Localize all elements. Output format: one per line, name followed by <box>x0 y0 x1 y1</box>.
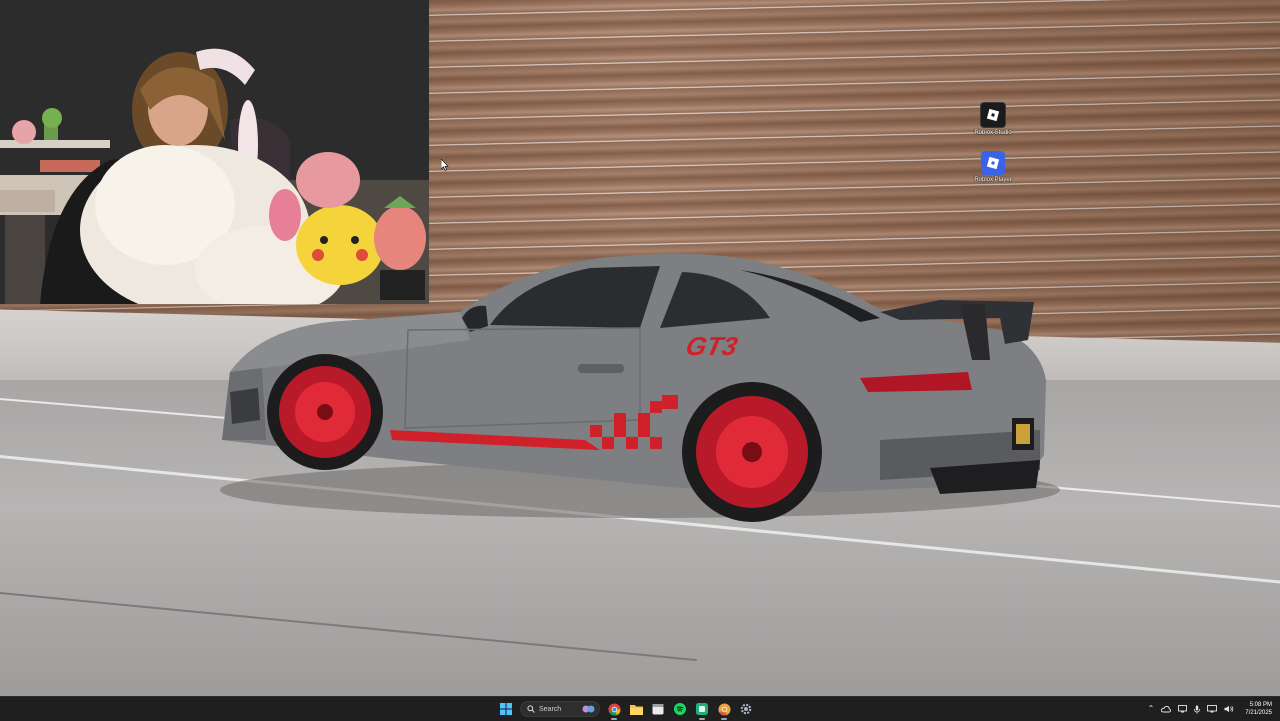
taskbar-center: Search <box>498 697 754 721</box>
taskbar-file-explorer[interactable] <box>628 701 644 717</box>
taskbar: Search ⌃ 5:08 PM 7/21/2025 <box>0 696 1280 721</box>
chrome-canary-icon <box>717 702 731 716</box>
file-explorer-icon <box>629 704 643 715</box>
taskbar-clock[interactable]: 5:08 PM 7/21/2025 <box>1245 701 1272 717</box>
network-icon[interactable] <box>1207 705 1218 713</box>
desktop: GT3 Roblox Studio Roblox Player <box>0 0 1280 696</box>
taskbar-settings[interactable] <box>738 701 754 717</box>
taskbar-search[interactable]: Search <box>520 701 600 717</box>
taskbar-chrome-canary[interactable] <box>716 701 732 720</box>
display-icon[interactable] <box>1178 705 1188 713</box>
system-tray: ⌃ 5:08 PM 7/21/2025 <box>1148 697 1272 721</box>
taskbar-calendar-app[interactable] <box>650 701 666 717</box>
desktop-icon-roblox-studio[interactable]: Roblox Studio <box>971 102 1015 137</box>
webcam-scene <box>0 0 429 304</box>
svg-text:GT3: GT3 <box>683 331 740 361</box>
desktop-icon-roblox-player[interactable]: Roblox Player <box>971 151 1015 184</box>
search-icon <box>527 705 535 713</box>
search-placeholder: Search <box>539 705 562 713</box>
desktop-icon-label: Roblox Studio <box>974 130 1012 136</box>
clock-date: 7/21/2025 <box>1245 710 1272 716</box>
search-highlight-icon <box>582 705 595 713</box>
spotify-icon <box>674 703 686 715</box>
webcam-overlay <box>0 0 429 304</box>
volume-icon[interactable] <box>1224 705 1234 713</box>
roblox-studio-icon <box>980 102 1006 128</box>
taskbar-chrome[interactable] <box>606 701 622 720</box>
app-green-icon <box>696 703 708 715</box>
roblox-player-icon <box>981 151 1005 175</box>
windows-logo-icon <box>500 703 512 715</box>
taskbar-spotify[interactable] <box>672 701 688 717</box>
cloud-icon[interactable] <box>1161 705 1172 713</box>
mouse-cursor-icon <box>441 159 449 171</box>
microphone-icon[interactable] <box>1194 705 1201 714</box>
clock-time: 5:08 PM <box>1249 702 1272 708</box>
taskbar-green-app[interactable] <box>694 701 710 720</box>
chevron-up-icon[interactable]: ⌃ <box>1148 705 1155 713</box>
chrome-icon <box>607 702 621 716</box>
start-button[interactable] <box>498 701 514 717</box>
settings-icon <box>740 703 752 715</box>
desktop-icon-label: Roblox Player <box>974 177 1012 183</box>
calendar-app-icon <box>652 704 664 715</box>
